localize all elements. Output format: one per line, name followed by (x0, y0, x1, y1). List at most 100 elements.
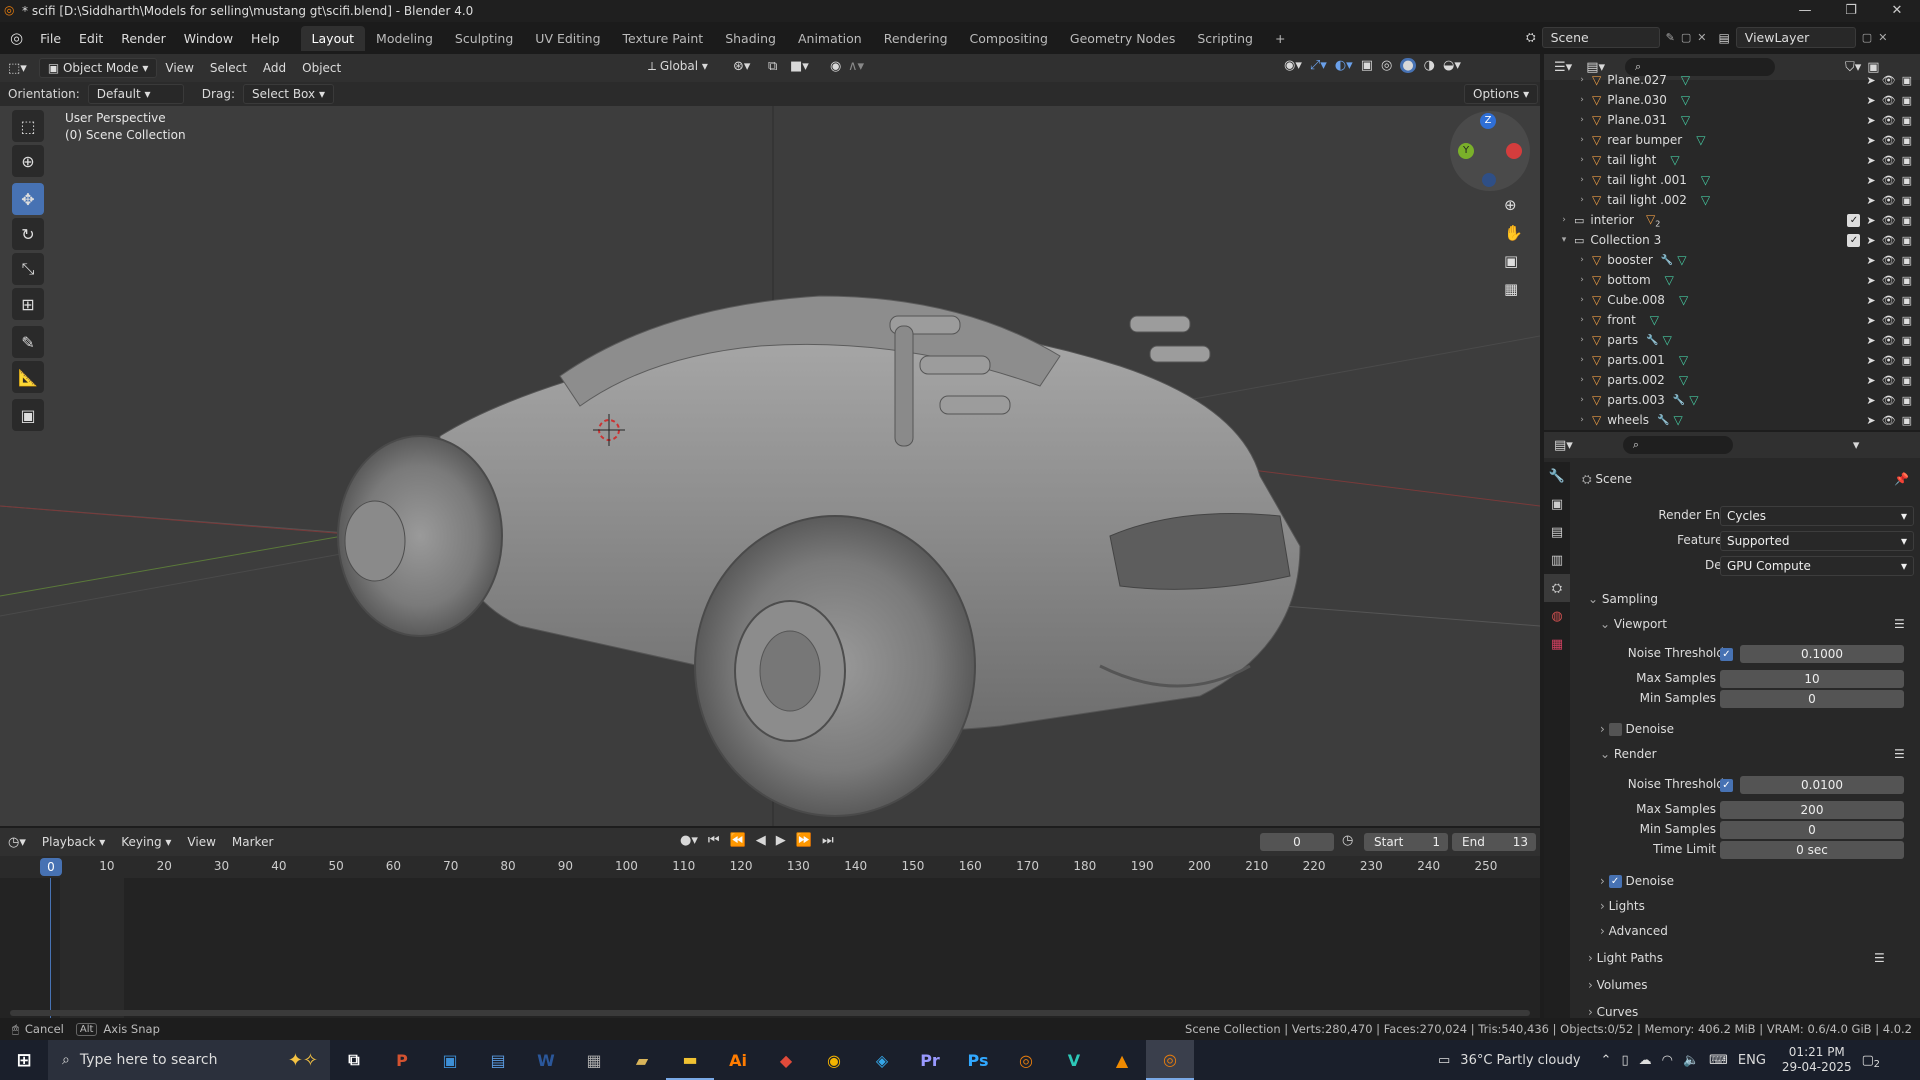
output-tab-icon[interactable]: ▤ (1544, 518, 1570, 546)
wifi-icon[interactable]: ◠ (1662, 1053, 1673, 1068)
rendered-shading-icon[interactable]: ◒▾ (1443, 58, 1461, 73)
child-count-badge[interactable]: ▽2 (1646, 212, 1660, 228)
camera-render-icon[interactable]: ▣ (1902, 194, 1912, 207)
timeline-ruler[interactable]: 10 20 30 40 50 60 70 80 90 100 110 120 130 140 150 160 1… (0, 856, 1540, 878)
eye-icon[interactable]: 👁 (1882, 234, 1896, 247)
expand-arrow-icon[interactable]: › (1576, 415, 1588, 425)
ortho-grid-icon[interactable]: ▦ (1504, 280, 1523, 298)
eye-icon[interactable]: 👁 (1882, 194, 1896, 207)
outliner-row[interactable]: ▾ ▭ Collection 3 ✓ ➤ 👁 ▣ (1544, 230, 1920, 250)
tab-uv-editing[interactable]: UV Editing (524, 26, 611, 51)
blender-menu-icon[interactable]: ◎ (10, 29, 23, 47)
menu-view[interactable]: View (157, 59, 201, 77)
mode-selector[interactable]: ▣ Object Mode ▾ (38, 58, 158, 78)
outliner-row[interactable]: › ▽ bottom ▽ ➤ 👁 ▣ (1544, 270, 1920, 290)
app-red-icon[interactable]: ◆ (762, 1040, 810, 1080)
solid-shading-icon[interactable]: ● (1400, 58, 1416, 73)
photoshop-icon[interactable]: Ps (954, 1040, 1002, 1080)
new-viewlayer-icon[interactable]: ▢ (1862, 31, 1872, 44)
time-limit-field[interactable]: 0 sec (1720, 841, 1904, 859)
volumes-panel[interactable]: › Volumes (1588, 978, 1648, 992)
expand-arrow-icon[interactable]: › (1576, 75, 1588, 85)
camera-render-icon[interactable]: ▣ (1902, 374, 1912, 387)
r-min-samples-field[interactable]: 0 (1720, 821, 1904, 839)
device-icon[interactable]: ▯ (1621, 1053, 1628, 1068)
transform-orientation[interactable]: ⟂ Global ▾ (648, 59, 708, 74)
pan-hand-icon[interactable]: ✋ (1504, 224, 1523, 242)
expand-arrow-icon[interactable]: › (1576, 295, 1588, 305)
select-box-tool-icon[interactable]: ⬚ (12, 110, 44, 142)
select-arrow-icon[interactable]: ➤ (1866, 234, 1875, 247)
mesh-data-icon[interactable]: ▽ (1679, 293, 1688, 307)
r-noise-threshold-checkbox[interactable]: ✓ (1720, 779, 1733, 792)
eye-icon[interactable]: 👁 (1882, 174, 1896, 187)
eye-icon[interactable]: 👁 (1882, 114, 1896, 127)
add-cube-tool-icon[interactable]: ▣ (12, 399, 44, 431)
windows-start-icon[interactable]: ⊞ (0, 1040, 48, 1080)
file-explorer-icon[interactable]: ▬ (666, 1040, 714, 1080)
camera-render-icon[interactable]: ▣ (1902, 214, 1912, 227)
collapse-arrow-icon[interactable]: ▾ (1558, 235, 1570, 245)
falloff-icon[interactable]: ∧▾ (848, 59, 864, 74)
outliner-row[interactable]: › ▽ front ▽ ➤ 👁 ▣ (1544, 310, 1920, 330)
outliner-row[interactable]: › ▽ parts.002 ▽ ➤ 👁 ▣ (1544, 370, 1920, 390)
app-v-icon[interactable]: V (1050, 1040, 1098, 1080)
gizmo-neg-z-axis[interactable] (1482, 173, 1496, 187)
tab-animation[interactable]: Animation (787, 26, 873, 51)
options-dropdown[interactable]: Options ▾ (1464, 84, 1539, 104)
mesh-data-icon[interactable]: ▽ (1663, 333, 1672, 347)
camera-render-icon[interactable]: ▣ (1902, 74, 1912, 87)
expand-arrow-icon[interactable]: › (1576, 395, 1588, 405)
orientation-dropdown[interactable]: Default ▾ (87, 84, 184, 104)
menu-window[interactable]: Window (175, 31, 242, 46)
material-shading-icon[interactable]: ◑ (1424, 58, 1435, 73)
keyboard-icon[interactable]: ⌨ (1709, 1053, 1728, 1068)
modifier-icon[interactable]: 🔧 (1661, 255, 1673, 266)
render-engine-dropdown[interactable]: Cycles ▾ (1720, 506, 1914, 526)
outliner-row[interactable]: › ▽ Plane.031 ▽ ➤ 👁 ▣ (1544, 110, 1920, 130)
vp-denoise-subpanel[interactable]: › Denoise (1600, 722, 1674, 736)
visibility-icon[interactable]: ◉▾ (1284, 58, 1302, 73)
close-button[interactable]: ✕ (1874, 0, 1920, 22)
tab-texture-paint[interactable]: Texture Paint (612, 26, 715, 51)
outliner-row[interactable]: › ▽ tail light ▽ ➤ 👁 ▣ (1544, 150, 1920, 170)
outliner-row[interactable]: › ▽ Plane.030 ▽ ➤ 👁 ▣ (1544, 90, 1920, 110)
eye-icon[interactable]: 👁 (1882, 314, 1896, 327)
mesh-data-icon[interactable]: ▽ (1696, 133, 1705, 147)
eye-icon[interactable]: 👁 (1882, 374, 1896, 387)
render-subpanel-header[interactable]: ⌄ Render (1600, 747, 1657, 761)
annotate-tool-icon[interactable]: ✎ (12, 326, 44, 358)
tab-sculpting[interactable]: Sculpting (444, 26, 524, 51)
minimize-button[interactable]: — (1782, 0, 1828, 22)
gizmo-icon[interactable]: ⤢▾ (1310, 58, 1327, 73)
eye-icon[interactable]: 👁 (1882, 274, 1896, 287)
light-paths-presets-icon[interactable]: ☰ (1874, 951, 1885, 965)
scene-selector[interactable]: Scene (1541, 27, 1660, 48)
move-tool-icon[interactable]: ✥ (12, 183, 44, 215)
tab-geometry-nodes[interactable]: Geometry Nodes (1059, 26, 1186, 51)
vp-noise-threshold-checkbox[interactable]: ✓ (1720, 648, 1733, 661)
modifier-icon[interactable]: 🔧 (1646, 335, 1658, 346)
exclude-checkbox[interactable]: ✓ (1847, 233, 1861, 247)
select-arrow-icon[interactable]: ➤ (1866, 354, 1875, 367)
expand-arrow-icon[interactable]: › (1576, 195, 1588, 205)
expand-arrow-icon[interactable]: › (1576, 155, 1588, 165)
jump-start-icon[interactable]: ⏮ (708, 833, 720, 848)
menu-keying[interactable]: Keying ▾ (113, 833, 179, 851)
select-arrow-icon[interactable]: ➤ (1866, 114, 1875, 127)
app-blue-icon[interactable]: ▣ (426, 1040, 474, 1080)
play-icon[interactable]: ▶ (776, 833, 786, 848)
mesh-data-icon[interactable]: ▽ (1681, 73, 1690, 87)
delete-scene-icon[interactable]: ✕ (1697, 31, 1706, 44)
scale-tool-icon[interactable]: ⤡ (12, 253, 44, 285)
r-max-samples-field[interactable]: 200 (1720, 801, 1904, 819)
eye-icon[interactable]: 👁 (1882, 74, 1896, 87)
viewport-presets-icon[interactable]: ☰ (1894, 617, 1905, 631)
outliner-row[interactable]: › ▽ wheels 🔧 ▽ ➤ 👁 ▣ (1544, 410, 1920, 430)
outliner-row[interactable]: › ▽ tail light .001 ▽ ➤ 👁 ▣ (1544, 170, 1920, 190)
app-folder2-icon[interactable]: ▰ (618, 1040, 666, 1080)
vp-noise-threshold-field[interactable]: 0.1000 (1740, 645, 1904, 663)
modifier-icon[interactable]: 🔧 (1673, 395, 1685, 406)
camera-render-icon[interactable]: ▣ (1902, 114, 1912, 127)
advanced-subpanel[interactable]: › Advanced (1600, 924, 1668, 938)
